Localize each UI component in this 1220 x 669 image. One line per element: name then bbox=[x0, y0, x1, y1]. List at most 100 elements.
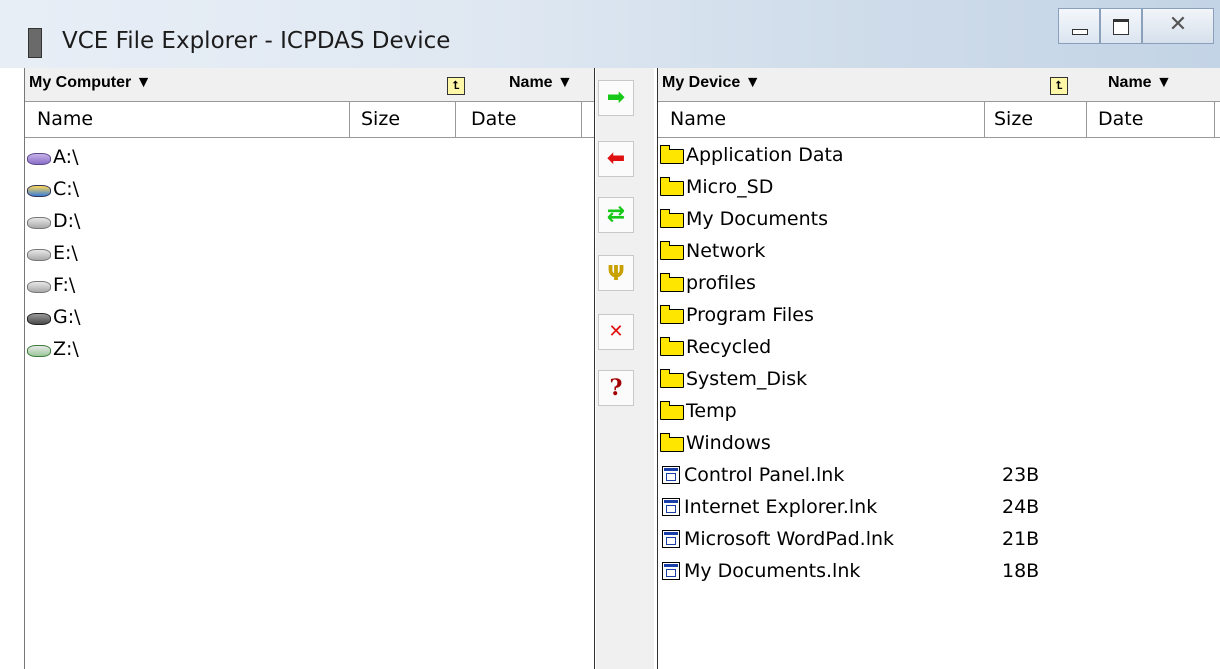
list-item[interactable]: A:\ bbox=[25, 141, 594, 173]
list-item[interactable]: F:\ bbox=[25, 269, 594, 301]
item-name: C:\ bbox=[53, 178, 80, 200]
column-divider[interactable] bbox=[349, 102, 350, 137]
local-file-pane[interactable]: My Computer ▼ ⮤ Name ▼ Name Size Date A:… bbox=[24, 68, 595, 669]
list-item[interactable]: D:\ bbox=[25, 205, 594, 237]
drive-icon bbox=[27, 281, 51, 293]
device-file-pane[interactable]: My Device ▼ ⮤ Name ▼ Name Size Date Appl… bbox=[657, 68, 1220, 669]
column-divider[interactable] bbox=[1214, 102, 1215, 137]
minimize-button[interactable] bbox=[1058, 8, 1100, 44]
tools-button[interactable]: Ψ bbox=[598, 255, 634, 291]
list-item[interactable]: Recycled bbox=[658, 331, 1220, 363]
list-item[interactable]: My Documents.lnk 18B bbox=[658, 555, 1220, 587]
title-bar[interactable]: VCE File Explorer - ICPDAS Device ✕ bbox=[0, 0, 1220, 68]
list-item[interactable]: G:\ bbox=[25, 301, 594, 333]
column-divider[interactable] bbox=[984, 102, 985, 137]
folder-icon bbox=[660, 273, 684, 292]
list-item[interactable]: System_Disk bbox=[658, 363, 1220, 395]
item-name: Temp bbox=[686, 400, 737, 422]
list-item[interactable]: C:\ bbox=[25, 173, 594, 205]
system-drive-icon bbox=[27, 185, 51, 197]
item-name: Z:\ bbox=[53, 338, 79, 360]
folder-icon bbox=[660, 369, 684, 388]
item-size: 21B bbox=[1002, 528, 1040, 550]
list-item[interactable]: Application Data bbox=[658, 139, 1220, 171]
transfer-toolbar: ➡ ⬅ ⇄ Ψ ✕ ? bbox=[596, 68, 654, 669]
item-size: 23B bbox=[1002, 464, 1040, 486]
maximize-icon bbox=[1113, 19, 1129, 35]
column-divider[interactable] bbox=[581, 102, 582, 137]
sync-arrows-icon: ⇄ bbox=[606, 202, 626, 227]
list-item[interactable]: Microsoft WordPad.lnk 21B bbox=[658, 523, 1220, 555]
list-item[interactable]: Program Files bbox=[658, 299, 1220, 331]
arrow-right-icon: ➡ bbox=[606, 85, 626, 110]
folder-icon bbox=[660, 241, 684, 260]
item-size: 24B bbox=[1002, 496, 1040, 518]
drive-icon bbox=[27, 249, 51, 261]
device-sort-dropdown[interactable]: Name ▼ bbox=[1108, 74, 1172, 92]
shortcut-file-icon bbox=[662, 498, 680, 516]
network-drive-icon bbox=[27, 345, 51, 357]
item-name: My Documents bbox=[686, 208, 829, 230]
shortcut-file-icon bbox=[662, 466, 680, 484]
floppy-drive-icon bbox=[27, 153, 51, 165]
folder-icon bbox=[660, 145, 684, 164]
item-name: profiles bbox=[686, 272, 756, 294]
up-folder-icon[interactable]: ⮤ bbox=[1050, 77, 1068, 95]
column-date[interactable]: Date bbox=[471, 108, 516, 130]
column-name[interactable]: Name bbox=[670, 108, 726, 130]
copy-to-device-button[interactable]: ➡ bbox=[598, 80, 634, 116]
item-name: Recycled bbox=[686, 336, 772, 358]
up-folder-icon[interactable]: ⮤ bbox=[447, 77, 465, 95]
item-name: E:\ bbox=[53, 242, 78, 264]
window-controls: ✕ bbox=[1058, 8, 1214, 44]
device-location-dropdown[interactable]: My Device ▼ bbox=[662, 74, 761, 92]
list-item[interactable]: profiles bbox=[658, 267, 1220, 299]
column-size[interactable]: Size bbox=[361, 108, 400, 130]
folder-icon bbox=[660, 401, 684, 420]
close-button[interactable]: ✕ bbox=[1142, 8, 1214, 44]
list-item[interactable]: Control Panel.lnk 23B bbox=[658, 459, 1220, 491]
maximize-button[interactable] bbox=[1100, 8, 1142, 44]
list-item[interactable]: E:\ bbox=[25, 237, 594, 269]
question-mark-icon: ? bbox=[609, 375, 623, 401]
local-pane-header: My Computer ▼ ⮤ Name ▼ bbox=[25, 68, 594, 102]
column-date[interactable]: Date bbox=[1098, 108, 1143, 130]
minimize-icon bbox=[1072, 29, 1088, 35]
list-item[interactable]: Temp bbox=[658, 395, 1220, 427]
help-button[interactable]: ? bbox=[598, 370, 634, 406]
item-name: A:\ bbox=[53, 146, 79, 168]
wrench-icon: Ψ bbox=[607, 261, 625, 285]
copy-to-pc-button[interactable]: ⬅ bbox=[598, 141, 634, 177]
item-name: System_Disk bbox=[686, 368, 808, 390]
folder-icon bbox=[660, 177, 684, 196]
item-name: Internet Explorer.lnk bbox=[684, 496, 878, 518]
column-divider[interactable] bbox=[455, 102, 456, 137]
list-item[interactable]: Micro_SD bbox=[658, 171, 1220, 203]
list-item[interactable]: Internet Explorer.lnk 24B bbox=[658, 491, 1220, 523]
local-sort-dropdown[interactable]: Name ▼ bbox=[509, 74, 573, 92]
folder-icon bbox=[660, 305, 684, 324]
device-column-header: Name Size Date bbox=[658, 102, 1220, 138]
delete-x-icon: ✕ bbox=[608, 321, 624, 342]
column-divider[interactable] bbox=[1086, 102, 1087, 137]
sync-button[interactable]: ⇄ bbox=[598, 197, 634, 233]
column-name[interactable]: Name bbox=[37, 108, 93, 130]
list-item[interactable]: My Documents bbox=[658, 203, 1220, 235]
device-pane-header: My Device ▼ ⮤ Name ▼ bbox=[658, 68, 1220, 102]
delete-button[interactable]: ✕ bbox=[598, 314, 634, 350]
device-file-list: Application Data Micro_SD My Documents N… bbox=[658, 138, 1220, 587]
item-name: F:\ bbox=[53, 274, 76, 296]
app-icon bbox=[28, 28, 42, 58]
local-location-dropdown[interactable]: My Computer ▼ bbox=[29, 74, 152, 92]
list-item[interactable]: Network bbox=[658, 235, 1220, 267]
local-file-list: A:\ C:\ D:\ E:\ F:\ G:\ Z:\ bbox=[25, 138, 594, 365]
dvd-drive-icon bbox=[27, 313, 51, 325]
folder-icon bbox=[660, 337, 684, 356]
folder-icon bbox=[660, 433, 684, 452]
arrow-left-icon: ⬅ bbox=[606, 146, 626, 171]
list-item[interactable]: Windows bbox=[658, 427, 1220, 459]
shortcut-file-icon bbox=[662, 562, 680, 580]
column-size[interactable]: Size bbox=[994, 108, 1033, 130]
list-item[interactable]: Z:\ bbox=[25, 333, 594, 365]
close-icon: ✕ bbox=[1168, 12, 1188, 37]
